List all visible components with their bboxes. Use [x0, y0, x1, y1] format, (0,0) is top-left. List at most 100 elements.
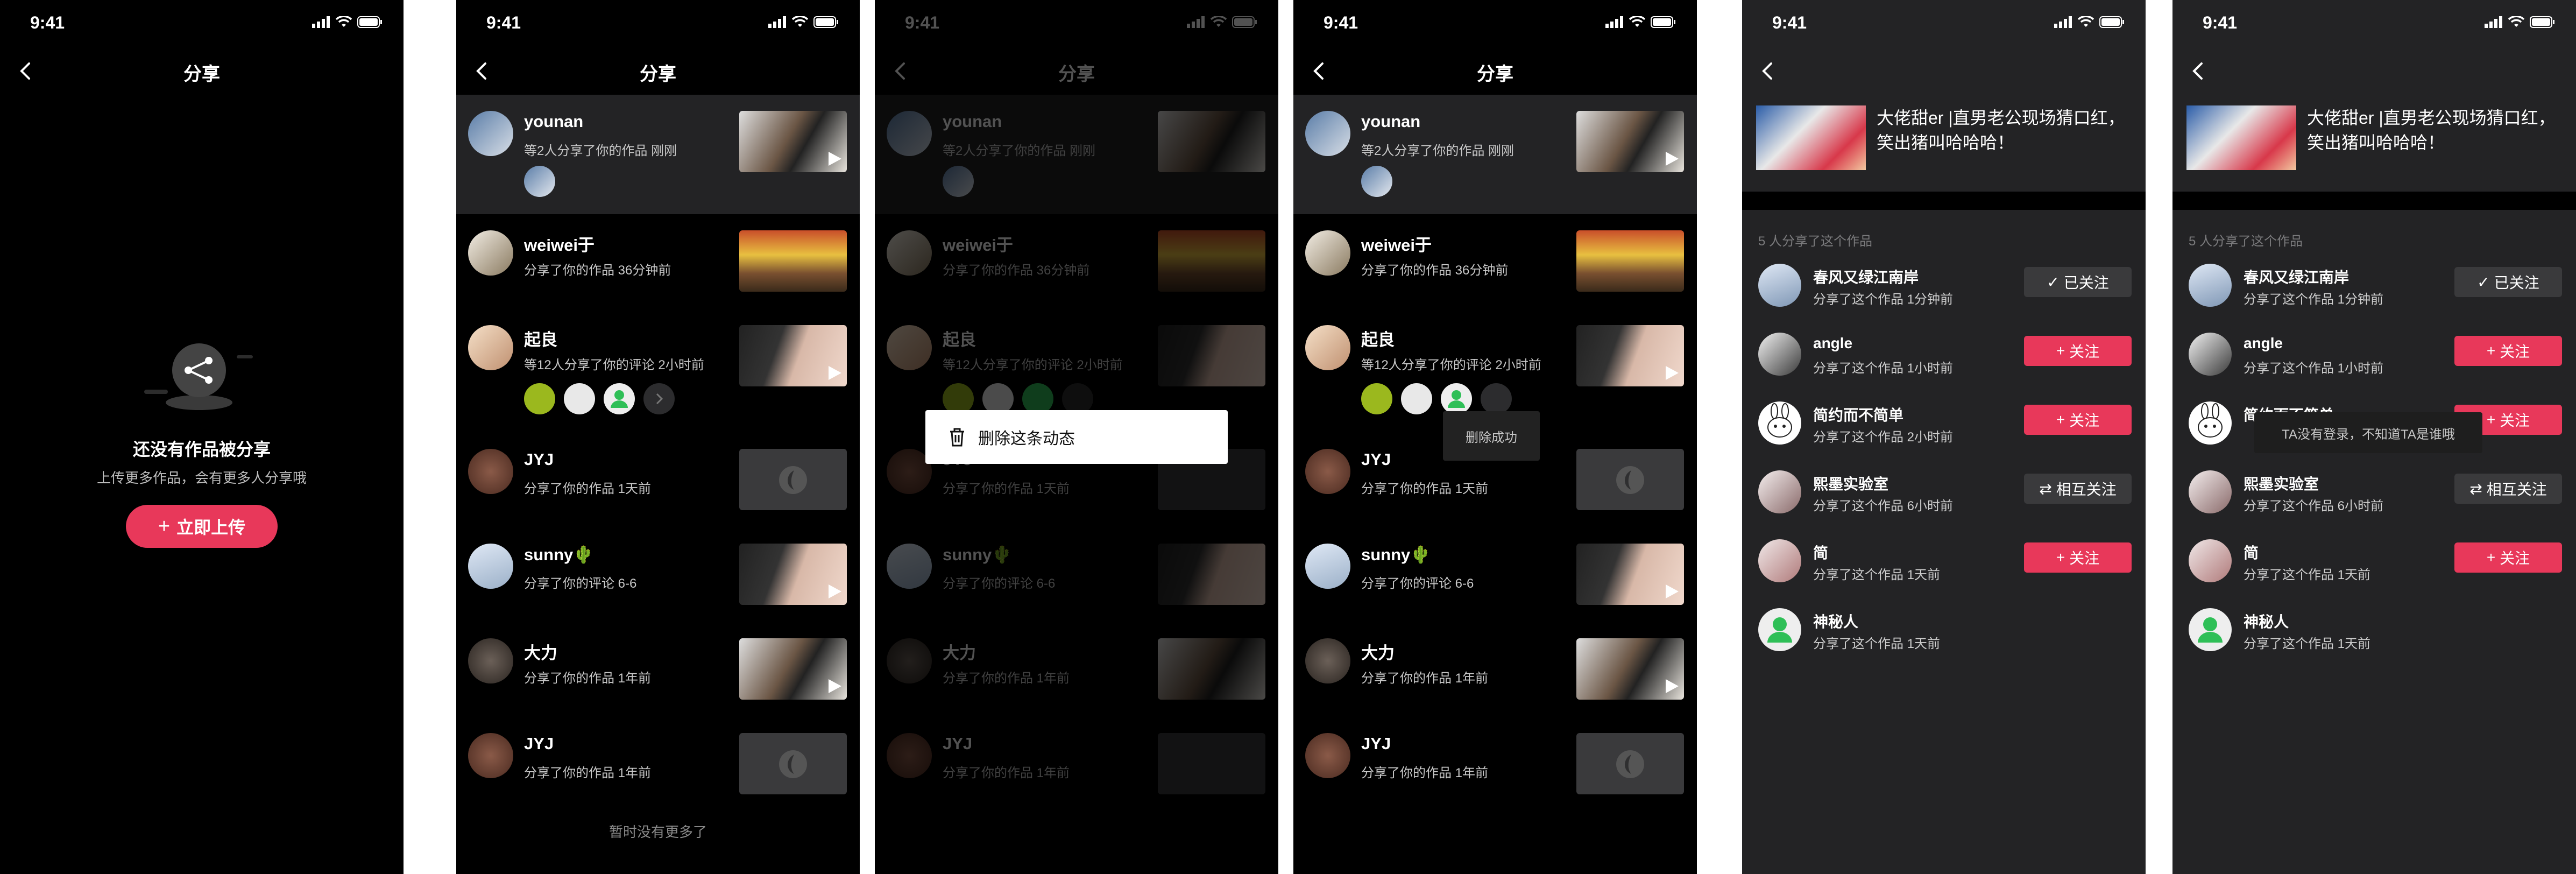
follower-row[interactable]: 简 分享了这个作品 1天前 + 关注	[2172, 534, 2576, 603]
video-thumbnail[interactable]	[1576, 325, 1684, 386]
follower-name: 神秘人	[2244, 614, 2289, 630]
video-thumbnail[interactable]	[739, 230, 847, 292]
signal-icon	[2485, 16, 2502, 28]
item-meta: 分享了你的作品 1年前	[524, 671, 652, 686]
video-header[interactable]: 大佬甜er |直男老公现场猜口红，笑出猪叫哈哈哈！	[1742, 95, 2146, 192]
status-bar: 9:41	[2172, 0, 2576, 47]
list-item[interactable]: 大力 分享了你的作品 1年前	[456, 622, 860, 717]
plus-icon: +	[2056, 411, 2065, 428]
video-thumbnail[interactable]	[1756, 105, 1866, 170]
follow-button[interactable]: + 关注	[2454, 542, 2562, 573]
follower-row[interactable]: 简约而不简单 +关注 TA没有登录，不知道TA是谁哦	[2172, 396, 2576, 465]
upload-button[interactable]: + 立即上传	[126, 505, 278, 548]
empty-title: 还没有作品被分享	[132, 440, 271, 459]
video-thumbnail[interactable]	[2186, 105, 2296, 170]
follower-row[interactable]: 神秘人 分享了这个作品 1天前	[2172, 603, 2576, 672]
video-thumbnail[interactable]	[1576, 544, 1684, 605]
list-item[interactable]: weiwei于 分享了你的作品 36分钟前	[456, 214, 860, 309]
follower-row[interactable]: 简约而不简单 分享了这个作品 2小时前 + 关注	[1742, 396, 2146, 465]
item-name: 大力	[524, 644, 557, 662]
wifi-icon	[2078, 16, 2094, 27]
status-time: 9:41	[1324, 13, 1358, 32]
follower-row[interactable]: 简 分享了这个作品 1天前 + 关注	[1742, 534, 2146, 603]
following-button[interactable]: ✓ 已关注	[2024, 267, 2132, 297]
list-item[interactable]: 起良 等12人分享了你的评论 2小时前	[456, 309, 860, 433]
avatar	[2189, 333, 2232, 376]
follow-button[interactable]: + 关注	[2024, 542, 2132, 573]
video-thumbnail[interactable]	[739, 733, 847, 794]
list-item[interactable]: younan 等2人分享了你的作品 刚刚	[1293, 95, 1697, 214]
video-thumbnail[interactable]	[1576, 230, 1684, 292]
mutual-follow-button[interactable]: ⇄ 相互关注	[2454, 474, 2562, 504]
follower-row[interactable]: 熙墨实验室 分享了这个作品 6小时前 ⇄ 相互关注	[2172, 465, 2576, 534]
item-meta: 分享了你的评论 6-6	[1361, 576, 1474, 591]
follower-meta: 分享了这个作品 1天前	[1813, 568, 1941, 582]
screen-deleted: 9:41 分享 younan 等2人分享了你的作品 刚刚 weiwei于 分享了…	[1293, 0, 1697, 874]
check-icon: ✓	[2047, 273, 2060, 291]
delete-menu[interactable]: 删除这条动态	[925, 410, 1228, 464]
following-button[interactable]: ✓ 已关注	[2454, 267, 2562, 297]
item-name: JYJ	[524, 734, 554, 753]
page-title: 分享	[640, 64, 676, 84]
follower-name: 熙墨实验室	[2244, 476, 2319, 492]
placeholder-logo-icon	[779, 466, 807, 494]
play-icon	[1666, 366, 1679, 380]
avatar	[1758, 539, 1801, 582]
screen-share-list: 9:41 分享 younan 等2人分享了你的作品 刚刚 weiwei于 分享了…	[456, 0, 860, 874]
signal-icon	[312, 16, 330, 28]
item-meta: 分享了你的评论 6-6	[524, 576, 637, 591]
follower-row[interactable]: 熙墨实验室 分享了这个作品 6小时前 ⇄ 相互关注	[1742, 465, 2146, 534]
screen-empty: 9:41 分享 还没有作品被分享 上传更多作品，会有更多人分享哦 + 立即上传	[0, 0, 404, 874]
avatar	[524, 383, 555, 414]
follower-row[interactable]: 神秘人 分享了这个作品 1天前	[1742, 603, 2146, 672]
follower-name: 简	[2244, 545, 2259, 561]
follower-row[interactable]: 春风又绿江南岸 分享了这个作品 1分钟前 ✓ 已关注	[1742, 258, 2146, 327]
video-thumbnail[interactable]	[739, 544, 847, 605]
video-thumbnail[interactable]	[1576, 111, 1684, 172]
list-item[interactable]: younan 等2人分享了你的作品 刚刚	[456, 95, 860, 214]
avatar	[1758, 470, 1801, 513]
video-thumbnail[interactable]	[739, 111, 847, 172]
video-thumbnail[interactable]	[739, 638, 847, 700]
avatar	[1305, 638, 1350, 683]
video-thumbnail[interactable]	[739, 449, 847, 510]
item-name: weiwei于	[524, 236, 595, 255]
avatar	[2189, 401, 2232, 445]
follower-meta: 分享了这个作品 2小时前	[1813, 430, 1954, 445]
follow-button[interactable]: + 关注	[2024, 336, 2132, 366]
battery-icon	[813, 16, 838, 28]
mutual-follow-button[interactable]: ⇄ 相互关注	[2024, 474, 2132, 504]
item-name: 起良	[1361, 330, 1395, 349]
video-thumbnail[interactable]	[1576, 733, 1684, 794]
video-header[interactable]: 大佬甜er |直男老公现场猜口红，笑出猪叫哈哈哈！	[2172, 95, 2576, 192]
list-item[interactable]: 大力 分享了你的作品 1年前	[1293, 622, 1697, 717]
item-meta: 分享了你的作品 1年前	[524, 766, 652, 780]
follower-row[interactable]: angle 分享了这个作品 1小时前 + 关注	[1742, 327, 2146, 396]
list-item[interactable]: JYJ 分享了你的作品 1年前	[456, 717, 860, 812]
user-icon	[611, 390, 628, 408]
list-item[interactable]: JYJ 分享了你的作品 1天前	[456, 433, 860, 527]
follow-button[interactable]: + 关注	[2024, 405, 2132, 435]
list-item[interactable]: sunny🌵 分享了你的评论 6-6	[456, 527, 860, 622]
avatar	[1305, 111, 1350, 156]
video-thumbnail[interactable]	[1576, 638, 1684, 700]
follow-button[interactable]: + 关注	[2454, 336, 2562, 366]
follower-name: 熙墨实验室	[1813, 476, 1889, 492]
video-thumbnail[interactable]	[1576, 449, 1684, 510]
list-item[interactable]: weiwei于 分享了你的作品 36分钟前	[1293, 214, 1697, 309]
avatar	[468, 733, 513, 778]
avatar	[564, 383, 595, 414]
more-sharers-button[interactable]	[643, 383, 675, 414]
more-sharers-button[interactable]	[1481, 383, 1512, 414]
back-icon[interactable]	[2185, 58, 2211, 84]
play-icon	[829, 366, 841, 380]
list-item[interactable]: JYJ 分享了你的作品 1天前	[1293, 433, 1697, 527]
follower-row[interactable]: 春风又绿江南岸 分享了这个作品 1分钟前 ✓ 已关注	[2172, 258, 2576, 327]
list-item[interactable]: JYJ 分享了你的作品 1年前	[1293, 717, 1697, 812]
list-item[interactable]: sunny🌵 分享了你的评论 6-6	[1293, 527, 1697, 622]
item-meta: 分享了你的作品 1年前	[1361, 671, 1489, 686]
video-thumbnail[interactable]	[739, 325, 847, 386]
back-icon[interactable]	[1755, 58, 1781, 84]
follower-row[interactable]: angle 分享了这个作品 1小时前 + 关注	[2172, 327, 2576, 396]
nav-bar: 分享	[0, 47, 404, 95]
